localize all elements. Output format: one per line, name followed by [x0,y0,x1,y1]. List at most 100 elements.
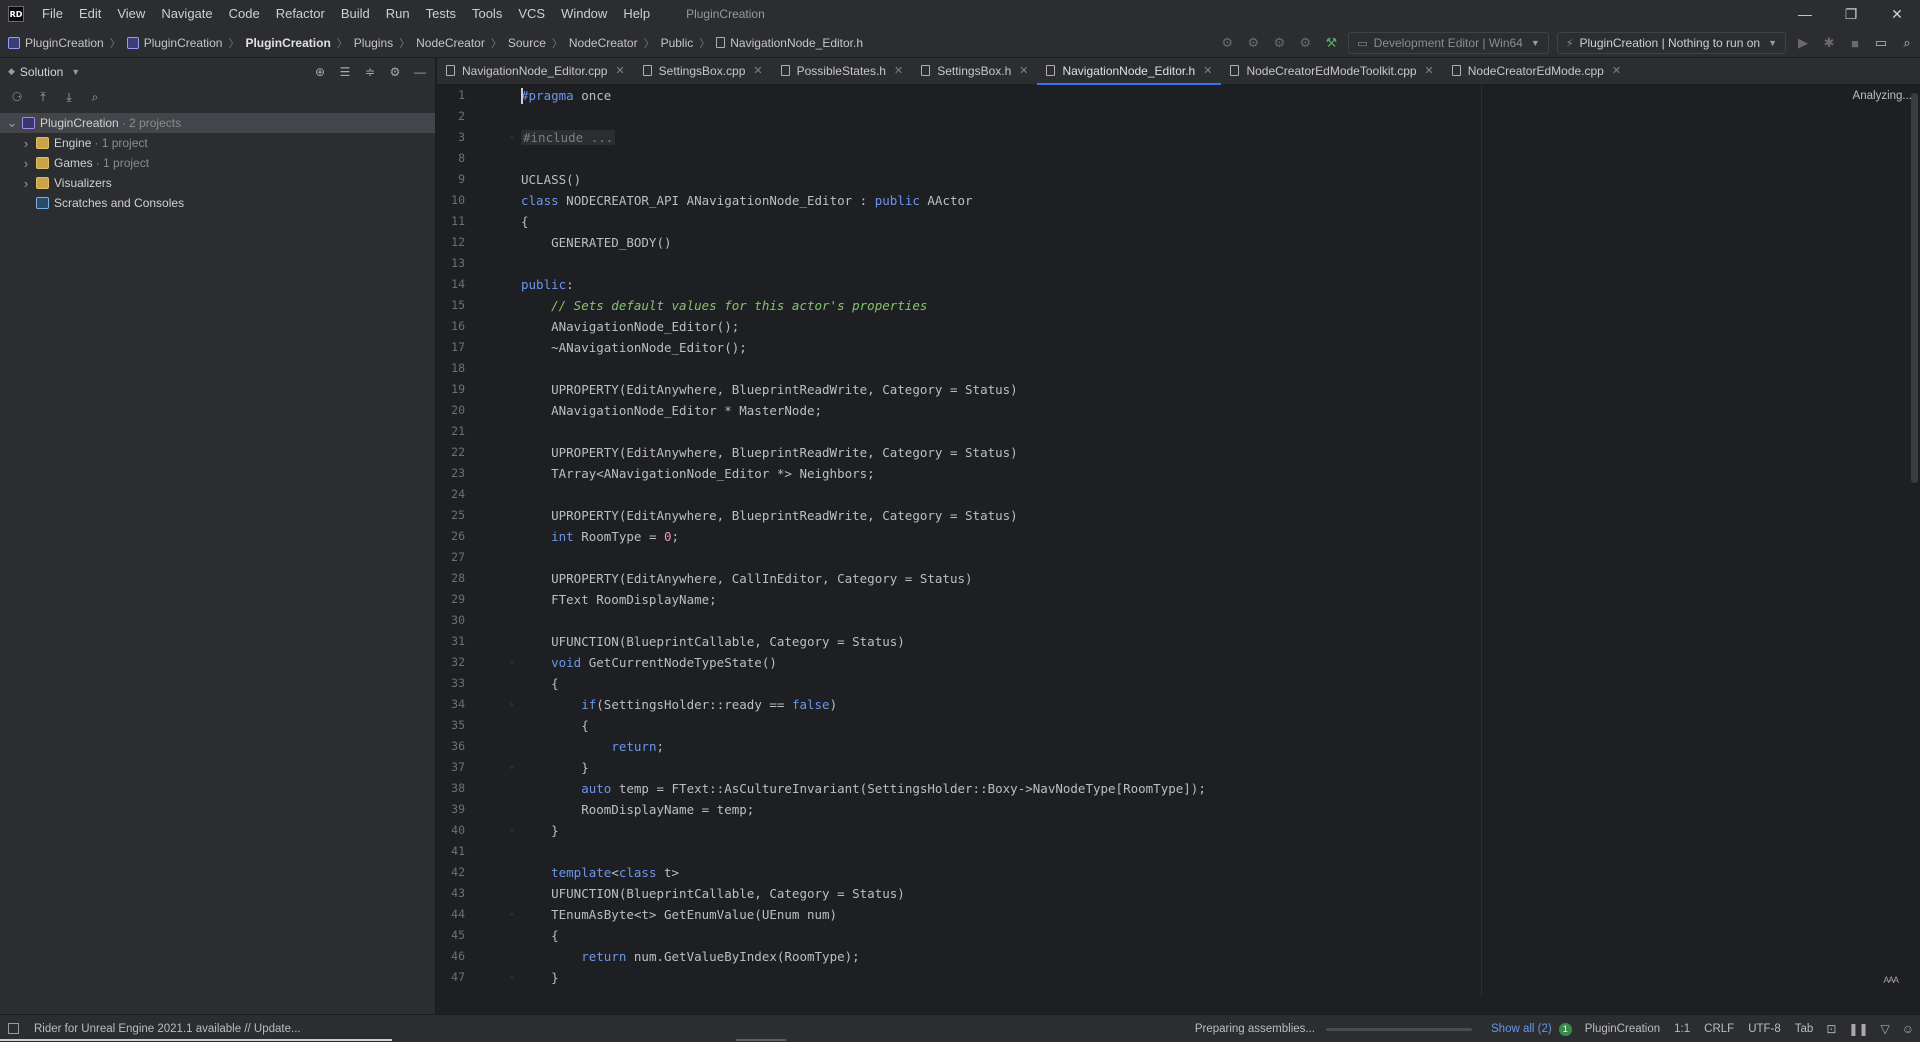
fold-marker-icon[interactable]: ◦ [510,757,518,778]
editor-tab[interactable]: NavigationNode_Editor.h ✕ [1037,57,1222,85]
minimize-button[interactable]: — [1782,0,1828,28]
editor-tab[interactable]: SettingsBox.h ✕ [912,57,1037,84]
file-encoding[interactable]: UTF-8 [1748,1023,1781,1035]
breadcrumb-item[interactable]: NodeCreator [416,36,485,50]
menu-window[interactable]: Window [553,0,615,28]
chevron-right-icon[interactable]: › [20,136,32,151]
background-task-label[interactable]: Preparing assemblies... [1195,1023,1315,1035]
fold-marker-icon[interactable]: ◦ [510,127,518,148]
background-task-progress[interactable] [1326,1027,1472,1031]
solution-title[interactable]: Solution [20,65,63,79]
filter-icon[interactable]: ▽ [1881,1022,1890,1036]
stop-icon[interactable]: ■ [1845,33,1865,53]
breadcrumb-item[interactable]: PluginCreation [126,36,222,50]
configuration-dropdown[interactable]: ▭ Development Editor | Win64 ▼ [1348,32,1549,54]
fold-marker-icon[interactable]: ◦ [510,904,518,925]
line-number: 11 [451,214,465,228]
chevron-down-icon[interactable]: ▼ [71,67,80,77]
solution-header: ◆ Solution ▼ ⊕ ☰ ≑ ⚙ — [0,58,435,85]
collapse-all-icon[interactable]: ≑ [361,63,379,81]
close-tab-icon[interactable]: ✕ [1612,64,1621,77]
breadcrumb-item[interactable]: PluginCreation [245,36,330,50]
toggle-tool-windows-icon[interactable] [8,1023,19,1034]
chevron-down-icon[interactable]: ⌄ [6,115,18,131]
menu-view[interactable]: View [109,0,153,28]
fold-marker-icon[interactable]: ◦ [510,694,518,715]
fold-marker-icon[interactable]: ◦ [510,652,518,673]
lock-icon[interactable]: ⊡ [1826,1022,1836,1036]
inspection-icon[interactable]: ☺ [1902,1022,1914,1036]
rebuild-icon[interactable]: ⚙ [1269,33,1289,53]
close-window-button[interactable]: ✕ [1874,0,1920,28]
pause-icon[interactable]: ❚❚ [1848,1022,1868,1036]
autoscroll-to-source-icon[interactable]: ⤓ [60,88,78,106]
menu-edit[interactable]: Edit [71,0,109,28]
problems-badge[interactable]: 1 [1558,1022,1572,1036]
editor-tab[interactable]: NodeCreatorEdModeToolkit.cpp ✕ [1221,57,1442,84]
build-gear-icon[interactable]: ⚙ [1217,33,1237,53]
restore-button[interactable]: ❐ [1828,0,1874,28]
tree-item[interactable]: Scratches and Consoles [0,193,435,213]
breadcrumb-separator: 〉 [490,37,502,50]
hide-panel-icon[interactable]: — [411,63,429,81]
breadcrumb-item[interactable]: Public [661,36,694,50]
breadcrumb-item[interactable]: NodeCreator [569,36,638,50]
tree-item[interactable]: › Visualizers [0,173,435,193]
reader-mode-icon[interactable]: ᴬᴬᴬ [1883,974,1899,989]
editor-tab[interactable]: NodeCreatorEdMode.cpp ✕ [1443,57,1630,84]
menu-help[interactable]: Help [615,0,658,28]
code-area[interactable]: #pragma once #include ... UCLASS() class NO… [521,85,1521,997]
close-tab-icon[interactable]: ✕ [1425,64,1434,77]
editor-tab[interactable]: NavigationNode_Editor.cpp ✕ [437,57,634,84]
close-tab-icon[interactable]: ✕ [615,64,624,77]
menu-build[interactable]: Build [333,0,378,28]
clean-icon[interactable]: ⚙ [1295,33,1315,53]
search-icon[interactable]: ⌕ [86,88,104,106]
show-all-link[interactable]: Show all (2) [1491,1023,1552,1035]
debug-icon[interactable]: ✱ [1819,33,1839,53]
editor-tab[interactable]: SettingsBox.cpp ✕ [634,57,772,84]
locate-icon[interactable]: ⊕ [311,63,329,81]
line-ending[interactable]: CRLF [1704,1023,1734,1035]
menu-navigate[interactable]: Navigate [153,0,220,28]
run-configuration-dropdown[interactable]: ⚡ PluginCreation | Nothing to run on ▼ [1556,32,1786,54]
expand-all-icon[interactable]: ☰ [336,63,354,81]
menu-run[interactable]: Run [378,0,418,28]
editor-tab[interactable]: PossibleStates.h ✕ [772,57,913,84]
breadcrumb-item[interactable]: PluginCreation [8,36,104,50]
close-tab-icon[interactable]: ✕ [1203,64,1212,77]
tree-item[interactable]: › Games · 1 project [0,153,435,173]
chevron-right-icon[interactable]: › [20,176,32,191]
menu-vcs[interactable]: VCS [510,0,553,28]
close-tab-icon[interactable]: ✕ [894,64,903,77]
editor-scrollbar[interactable] [1911,93,1918,483]
breadcrumb-item[interactable]: Plugins [354,36,393,50]
build-solution-icon[interactable]: ⚙ [1243,33,1263,53]
menu-tests[interactable]: Tests [418,0,464,28]
search-everywhere-icon[interactable]: ⌕ [1897,33,1917,53]
menu-file[interactable]: File [34,0,71,28]
menu-code[interactable]: Code [221,0,268,28]
close-tab-icon[interactable]: ✕ [753,64,762,77]
indent-setting[interactable]: Tab [1795,1023,1814,1035]
close-tab-icon[interactable]: ✕ [1019,64,1028,77]
hammer-icon[interactable]: ⚒ [1321,33,1341,53]
settings-gear-icon[interactable]: ⚙ [386,63,404,81]
caret-position[interactable]: 1:1 [1674,1023,1690,1035]
fold-marker-icon[interactable]: ◦ [510,820,518,841]
menu-refactor[interactable]: Refactor [268,0,333,28]
fold-marker-icon[interactable]: ◦ [510,967,518,988]
code-editor[interactable]: 1 2 3 ◦ 8 9 10 11 12 13 14 15 16 17 18 19 20 21 22 23 24 25 26… [437,85,1920,997]
autoscroll-from-source-icon[interactable]: ⤒ [34,88,52,106]
breadcrumb-item[interactable]: NavigationNode_Editor.h [716,36,863,50]
tree-item[interactable]: ⌄ PluginCreation · 2 projects [0,113,435,133]
show-all-files-icon[interactable]: ⚆ [8,88,26,106]
update-notification[interactable]: Rider for Unreal Engine 2021.1 available… [34,1023,301,1035]
run-icon[interactable]: ▶ [1793,33,1813,53]
layout-icon[interactable]: ▭ [1871,33,1891,53]
tree-item[interactable]: › Engine · 1 project [0,133,435,153]
menu-tools[interactable]: Tools [464,0,510,28]
project-selector[interactable]: PluginCreation [1585,1023,1660,1035]
chevron-right-icon[interactable]: › [20,156,32,171]
breadcrumb-item[interactable]: Source [508,36,546,50]
